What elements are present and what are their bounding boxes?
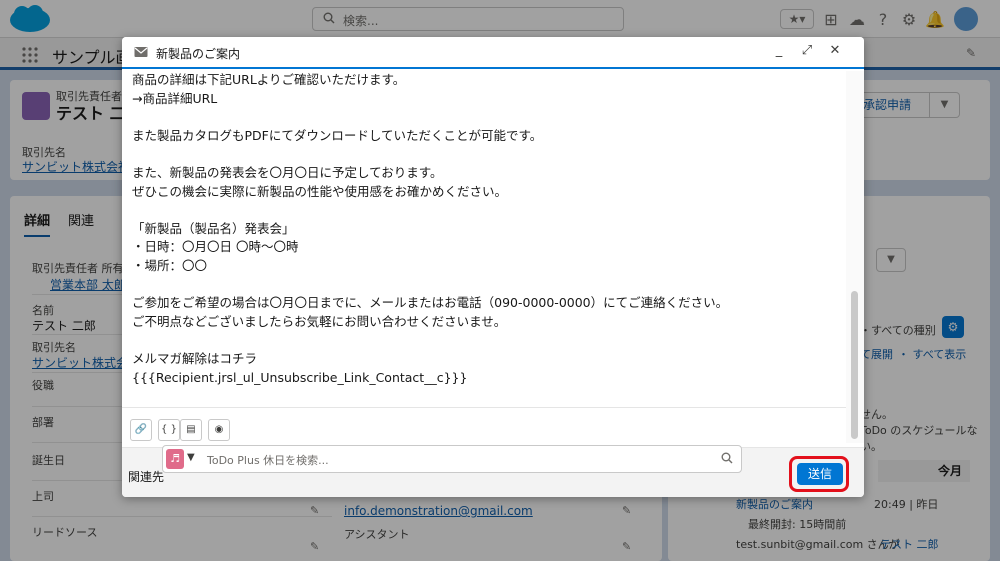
minimize-icon[interactable]: _ (772, 43, 786, 59)
merge-field-text: {{{Recipient.jrsl_ul_Unsubscribe_Link_Co… (132, 369, 468, 385)
insert-link-icon[interactable]: 🔗 (130, 419, 152, 441)
body-line (132, 276, 836, 295)
unsubscribe-merge-field: {{{Recipient.jrsl_ul_Unsubscribe_Link_Co… (132, 369, 836, 388)
body-line: ぜひこの機会に実際に新製品の性能や使用感をお確かめください。 (132, 183, 508, 199)
search-icon (721, 452, 733, 464)
body-line: →商品詳細URL (132, 90, 218, 106)
related-to-label: 関連先 (128, 470, 165, 484)
body-line: ・日時：〇月〇日 〇時〜〇時 (132, 239, 299, 255)
body-line: 「新製品（製品名）発表会」 (132, 220, 295, 236)
related-lookup-field[interactable]: ♬ ▼ ToDo Plus 休日を検索... (162, 445, 742, 473)
editor-toolbar: 🔗 { } ▤ ◉ (122, 407, 846, 447)
body-line: また、新製品の発表会を〇月〇日に予定しております。 (132, 164, 443, 180)
expand-icon[interactable]: ⤢ (800, 43, 814, 59)
scrollbar-thumb[interactable] (851, 291, 858, 439)
body-line: ご不明点などございましたらお気軽にお問い合わせくださいませ。 (132, 313, 507, 329)
object-type-icon[interactable]: ♬ (166, 449, 184, 469)
body-line: メルマガ解除はコチラ (132, 350, 258, 366)
body-line: ご参加をご希望の場合は〇月〇日までに、メールまたはお電話（090-0000-00… (132, 295, 729, 311)
preview-eye-icon[interactable]: ◉ (208, 419, 230, 441)
body-line (132, 108, 836, 127)
body-line (132, 331, 836, 350)
merge-field-button[interactable]: { } (158, 419, 180, 441)
email-body-editor[interactable]: 商品の詳細は下記URLよりご確認いただけます。 →商品詳細URL また製品カタロ… (122, 71, 846, 443)
send-button[interactable]: 送信 (797, 463, 843, 485)
chevron-down-icon[interactable]: ▼ (187, 452, 195, 463)
body-line (132, 201, 836, 220)
body-line: また製品カタログもPDFにてダウンロードしていただくことが可能です。 (132, 127, 543, 143)
close-icon[interactable]: ✕ (828, 43, 842, 59)
dialog-title: 新製品のご案内 (156, 47, 241, 61)
email-icon (134, 47, 148, 57)
dialog-window-controls: _ ⤢ ✕ (772, 43, 842, 59)
email-composer-dialog: 新製品のご案内 _ ⤢ ✕ 商品の詳細は下記URLよりご確認いただけます。 →商… (122, 37, 864, 497)
related-to-row: 関連先 ♬ ▼ ToDo Plus 休日を検索... (122, 445, 864, 497)
template-icon[interactable]: ▤ (180, 419, 202, 441)
body-line: ・場所：〇〇 (132, 257, 208, 273)
lookup-placeholder: ToDo Plus 休日を検索... (207, 454, 329, 467)
body-line: 商品の詳細は下記URLよりご確認いただけます。 (132, 72, 406, 87)
body-line (132, 145, 836, 164)
dialog-header: 新製品のご案内 _ ⤢ ✕ (122, 37, 864, 69)
body-scrollbar[interactable] (846, 71, 864, 443)
